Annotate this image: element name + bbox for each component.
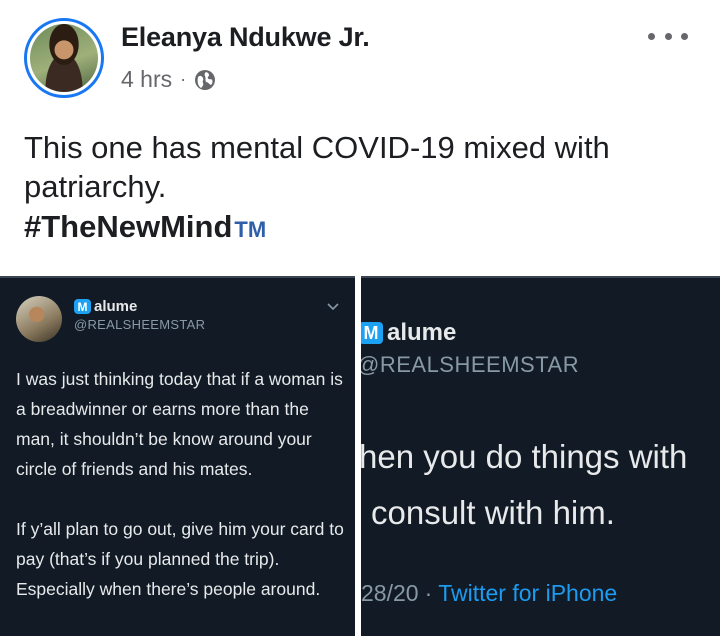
- post-time[interactable]: 4 hrs: [121, 66, 172, 93]
- tweet-author-row: M alume: [74, 298, 137, 315]
- chevron-down-icon: [327, 303, 339, 311]
- avatar[interactable]: [30, 24, 98, 92]
- tweet-name-badge: M: [74, 299, 91, 314]
- post-meta: 4 hrs ·: [121, 66, 216, 93]
- author-avatar-ring[interactable]: [24, 18, 104, 98]
- globe-icon[interactable]: [194, 69, 216, 91]
- tweet-paragraph: I was just thinking today that if a woma…: [16, 369, 343, 479]
- tweet-handle: @REALSHEEMSTAR: [74, 317, 206, 332]
- tweet-text-line: consult with him.: [371, 494, 615, 531]
- tweet-name-badge: M: [361, 322, 383, 344]
- tweet-meta: 28/20 · Twitter for iPhone: [361, 580, 617, 607]
- meta-separator: ·: [180, 69, 187, 89]
- tweet-author-row: M alume: [361, 319, 456, 347]
- tweet-screenshot-right[interactable]: M alume @REALSHEEMSTAR hen you do things…: [361, 276, 720, 636]
- hashtag-suffix: TM: [234, 217, 267, 242]
- hashtag-text[interactable]: #TheNewMind: [24, 209, 232, 245]
- tweet-paragraph: If y’all plan to go out, give him your c…: [16, 519, 344, 599]
- post-text: This one has mental COVID-19 mixed with …: [24, 130, 610, 204]
- hashtag-link[interactable]: #TheNewMind TM: [24, 209, 266, 245]
- tweet-avatar: [16, 296, 62, 342]
- tweet-date: 28/20: [361, 580, 419, 606]
- tweet-author-name: alume: [94, 298, 138, 315]
- tweet-screenshot-left[interactable]: M alume @REALSHEEMSTAR I was just thinki…: [0, 276, 355, 636]
- author-name[interactable]: Eleanya Ndukwe Jr.: [121, 22, 370, 53]
- tweet-handle: @REALSHEEMSTAR: [361, 352, 580, 377]
- more-options-icon[interactable]: [648, 22, 688, 50]
- tweet-text-line: hen you do things with: [361, 438, 688, 475]
- tweet-author-name: alume: [387, 319, 457, 346]
- tweet-source-link[interactable]: Twitter for iPhone: [438, 580, 617, 607]
- tweet-meta-separator: ·: [424, 580, 433, 606]
